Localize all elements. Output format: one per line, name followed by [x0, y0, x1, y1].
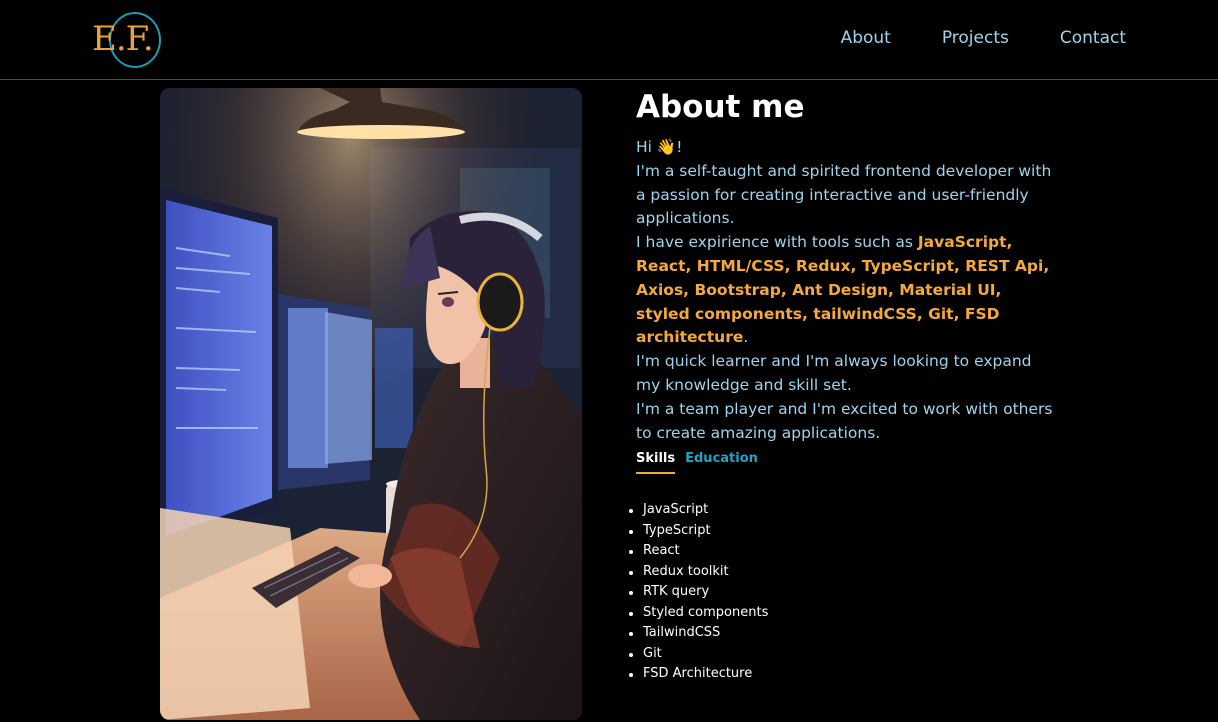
list-item: RTK query — [628, 582, 768, 603]
profile-illustration — [160, 88, 582, 720]
list-item: Git — [628, 644, 768, 665]
tab-skills[interactable]: Skills — [636, 450, 676, 474]
tab-education[interactable]: Education — [685, 450, 758, 474]
list-item: FSD Architecture — [628, 664, 768, 685]
about-title: About me — [636, 89, 805, 125]
about-tabs: Skills Education — [636, 450, 768, 474]
tools-prefix: I have expirience with tools such as — [636, 233, 918, 252]
main-nav: About Projects Contact — [790, 27, 1126, 49]
tools-text: I have expirience with tools such as Jav… — [636, 231, 1056, 350]
learner-text: I'm quick learner and I'm always looking… — [636, 352, 1032, 394]
about-section: About me Hi 👋! I'm a self-taught and spi… — [636, 88, 1056, 445]
nav-link-contact[interactable]: Contact — [1060, 27, 1126, 49]
list-item: Redux toolkit — [628, 562, 768, 583]
team-text: I'm a team player and I'm excited to wor… — [636, 399, 1053, 442]
nav-link-about[interactable]: About — [841, 27, 891, 49]
skills-list: JavaScript TypeScript React Redux toolki… — [628, 500, 768, 685]
logo-text: E.F. — [92, 19, 154, 59]
site-header: E.F. About Projects Contact — [0, 0, 1218, 80]
list-item: React — [628, 541, 768, 562]
list-item: JavaScript — [628, 500, 768, 521]
intro-text: I'm a self-taught and spirited frontend … — [636, 161, 1052, 228]
nav-link-projects[interactable]: Projects — [942, 27, 1009, 49]
list-item: TypeScript — [628, 521, 768, 542]
list-item: Styled components — [628, 603, 768, 624]
page: E.F. About Projects Contact About me Hi … — [0, 0, 1218, 722]
list-item: TailwindCSS — [628, 623, 768, 644]
logo[interactable]: E.F. — [92, 11, 161, 68]
tools-suffix: . — [743, 328, 749, 347]
greeting-text: Hi 👋! — [636, 138, 683, 156]
